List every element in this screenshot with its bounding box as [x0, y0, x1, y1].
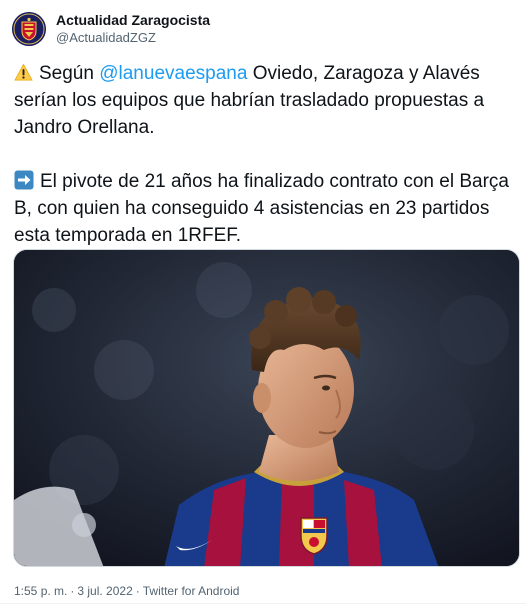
warning-icon — [14, 63, 33, 81]
club-crest-icon — [12, 12, 46, 46]
account-names: Actualidad Zaragocista @ActualidadZGZ — [56, 12, 210, 46]
right-arrow-icon — [14, 170, 34, 190]
tweet-text-before-mention: Según — [39, 63, 100, 84]
tweet-media[interactable] — [13, 249, 520, 567]
account-handle[interactable]: @ActualidadZGZ — [56, 29, 210, 46]
tweet-meta: 1:55 p. m. · 3 jul. 2022 · Twitter for Andro… — [14, 584, 239, 598]
meta-separator: · — [70, 584, 75, 598]
player-photo — [14, 250, 519, 566]
tweet-source[interactable]: Twitter for Android — [143, 584, 240, 598]
display-name[interactable]: Actualidad Zaragocista — [56, 12, 210, 29]
avatar[interactable] — [12, 12, 46, 46]
tweet-paragraph-2-text: El pivote de 21 años ha finalizado contr… — [14, 171, 509, 246]
tweet-date[interactable]: 3 jul. 2022 — [77, 584, 132, 598]
tweet-text: Según @lanuevaespana Oviedo, Zaragoza y … — [14, 60, 514, 249]
tweet-time[interactable]: 1:55 p. m. — [14, 584, 67, 598]
tweet-card[interactable]: Actualidad Zaragocista @ActualidadZGZ Se… — [0, 0, 526, 604]
mention-link[interactable]: @lanuevaespana — [99, 63, 247, 84]
meta-separator-2: · — [135, 584, 140, 598]
tweet-paragraph-1: Según @lanuevaespana Oviedo, Zaragoza y … — [14, 60, 514, 141]
tweet-paragraph-2: El pivote de 21 años ha finalizado contr… — [14, 168, 514, 249]
tweet-header: Actualidad Zaragocista @ActualidadZGZ — [12, 12, 210, 46]
